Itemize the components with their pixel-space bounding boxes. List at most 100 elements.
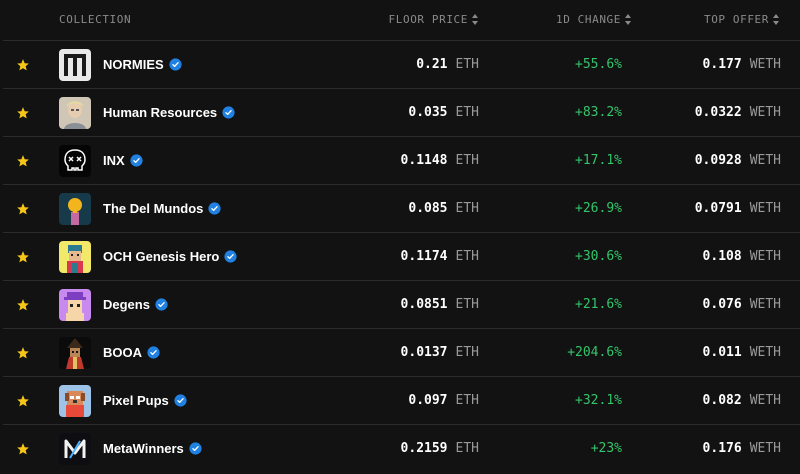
top-offer: 0.011 WETH — [703, 345, 781, 360]
collection-name[interactable]: The Del Mundos — [103, 201, 221, 216]
metawinners-logo-icon — [59, 433, 91, 465]
column-header-collection[interactable]: COLLECTION — [59, 13, 131, 26]
floor-price-value: 0.0137 — [400, 345, 448, 360]
verified-badge-icon — [222, 106, 235, 119]
collection-name[interactable]: INX — [103, 153, 143, 168]
change-1d: +17.1% — [575, 153, 622, 168]
collection-name[interactable]: Human Resources — [103, 105, 235, 120]
column-header-top-offer-label: TOP OFFER — [703, 13, 769, 26]
collection-name-text: NORMIES — [103, 57, 164, 72]
table-body: NORMIES 0.21 ETH +55.6% 0.177 WETH Human R… — [3, 40, 800, 472]
floor-price: 0.2159 ETH — [401, 441, 479, 456]
star-icon[interactable] — [16, 346, 30, 360]
floor-price: 0.21 ETH — [416, 57, 479, 72]
table-row[interactable]: OCH Genesis Hero 0.1174 ETH +30.6% 0.108 W… — [3, 232, 800, 280]
star-icon[interactable] — [16, 250, 30, 264]
top-offer: 0.076 WETH — [703, 297, 781, 312]
collection-name[interactable]: NORMIES — [103, 57, 182, 72]
star-icon[interactable] — [16, 154, 30, 168]
verified-badge-icon — [224, 250, 237, 263]
human-resources-avatar-icon — [59, 97, 91, 129]
top-offer-value: 0.108 — [702, 249, 742, 264]
verified-badge-icon — [147, 346, 160, 359]
floor-price-value: 0.035 — [408, 105, 448, 120]
top-offer-value: 0.177 — [702, 57, 742, 72]
verified-badge-icon — [169, 58, 182, 71]
change-1d: +30.6% — [575, 249, 622, 264]
floor-price: 0.085 ETH — [408, 201, 479, 216]
top-offer: 0.108 WETH — [703, 249, 781, 264]
top-offer: 0.082 WETH — [703, 393, 781, 408]
table-row[interactable]: The Del Mundos 0.085 ETH +26.9% 0.0791 WET… — [3, 184, 800, 232]
floor-price-unit: ETH — [455, 345, 479, 360]
table-row[interactable]: BOOA 0.0137 ETH +204.6% 0.011 WETH — [3, 328, 800, 376]
top-offer-value: 0.082 — [702, 393, 742, 408]
floor-price-unit: ETH — [455, 441, 479, 456]
floor-price-value: 0.2159 — [400, 441, 448, 456]
table-row[interactable]: Degens 0.0851 ETH +21.6% 0.076 WETH — [3, 280, 800, 328]
normies-logo-icon — [59, 49, 91, 81]
floor-price-unit: ETH — [455, 57, 479, 72]
floor-price-unit: ETH — [455, 249, 479, 264]
floor-price: 0.0851 ETH — [401, 297, 479, 312]
top-offer-value: 0.076 — [702, 297, 742, 312]
column-header-top-offer[interactable]: TOP OFFER — [704, 13, 780, 26]
collection-name[interactable]: MetaWinners — [103, 441, 202, 456]
column-header-floor-price-label: FLOOR PRICE — [388, 13, 468, 26]
table-row[interactable]: Pixel Pups 0.097 ETH +32.1% 0.082 WETH — [3, 376, 800, 424]
table-row[interactable]: NORMIES 0.21 ETH +55.6% 0.177 WETH — [3, 40, 800, 88]
star-icon[interactable] — [16, 202, 30, 216]
top-offer: 0.0791 WETH — [695, 201, 781, 216]
change-1d: +32.1% — [575, 393, 622, 408]
top-offer: 0.0322 WETH — [695, 105, 781, 120]
floor-price: 0.0137 ETH — [401, 345, 479, 360]
star-icon[interactable] — [16, 58, 30, 72]
top-offer-unit: WETH — [749, 201, 781, 216]
inx-skull-icon — [59, 145, 91, 177]
degens-avatar-icon — [59, 289, 91, 321]
verified-badge-icon — [208, 202, 221, 215]
table-row[interactable]: Human Resources 0.035 ETH +83.2% 0.0322 WE… — [3, 88, 800, 136]
collection-name[interactable]: BOOA — [103, 345, 160, 360]
floor-price-unit: ETH — [455, 153, 479, 168]
star-icon[interactable] — [16, 394, 30, 408]
floor-price: 0.097 ETH — [408, 393, 479, 408]
floor-price-value: 0.0851 — [400, 297, 448, 312]
change-1d: +83.2% — [575, 105, 622, 120]
collection-name[interactable]: OCH Genesis Hero — [103, 249, 237, 264]
change-1d: +204.6% — [567, 345, 622, 360]
top-offer-unit: WETH — [749, 105, 781, 120]
top-offer-value: 0.0322 — [694, 105, 742, 120]
table-row[interactable]: INX 0.1148 ETH +17.1% 0.0928 WETH — [3, 136, 800, 184]
floor-price-value: 0.21 — [416, 57, 448, 72]
table-header: COLLECTION FLOOR PRICE 1D CHANGE TOP OFF… — [0, 0, 800, 40]
top-offer-unit: WETH — [749, 345, 781, 360]
collection-name-text: Pixel Pups — [103, 393, 169, 408]
sort-icon — [472, 14, 479, 25]
column-header-1d-change-label: 1D CHANGE — [555, 13, 621, 26]
floor-price-value: 0.097 — [408, 393, 448, 408]
collection-name-text: OCH Genesis Hero — [103, 249, 220, 264]
pixel-pups-avatar-icon — [59, 385, 91, 417]
star-icon[interactable] — [16, 442, 30, 456]
collection-name[interactable]: Degens — [103, 297, 168, 312]
sort-icon — [625, 14, 632, 25]
floor-price-value: 0.085 — [408, 201, 448, 216]
floor-price-unit: ETH — [455, 297, 479, 312]
top-offer-value: 0.0928 — [694, 153, 742, 168]
floor-price-value: 0.1174 — [400, 249, 448, 264]
collection-name-text: MetaWinners — [103, 441, 184, 456]
top-offer-unit: WETH — [749, 297, 781, 312]
top-offer-value: 0.011 — [702, 345, 742, 360]
collection-name-text: Degens — [103, 297, 150, 312]
del-mundos-avatar-icon — [59, 193, 91, 225]
star-icon[interactable] — [16, 106, 30, 120]
column-header-floor-price[interactable]: FLOOR PRICE — [389, 13, 479, 26]
top-offer-value: 0.0791 — [694, 201, 742, 216]
floor-price-unit: ETH — [455, 201, 479, 216]
top-offer: 0.0928 WETH — [695, 153, 781, 168]
collection-name[interactable]: Pixel Pups — [103, 393, 187, 408]
table-row[interactable]: MetaWinners 0.2159 ETH +23% 0.176 WETH — [3, 424, 800, 472]
star-icon[interactable] — [16, 298, 30, 312]
column-header-1d-change[interactable]: 1D CHANGE — [556, 13, 632, 26]
